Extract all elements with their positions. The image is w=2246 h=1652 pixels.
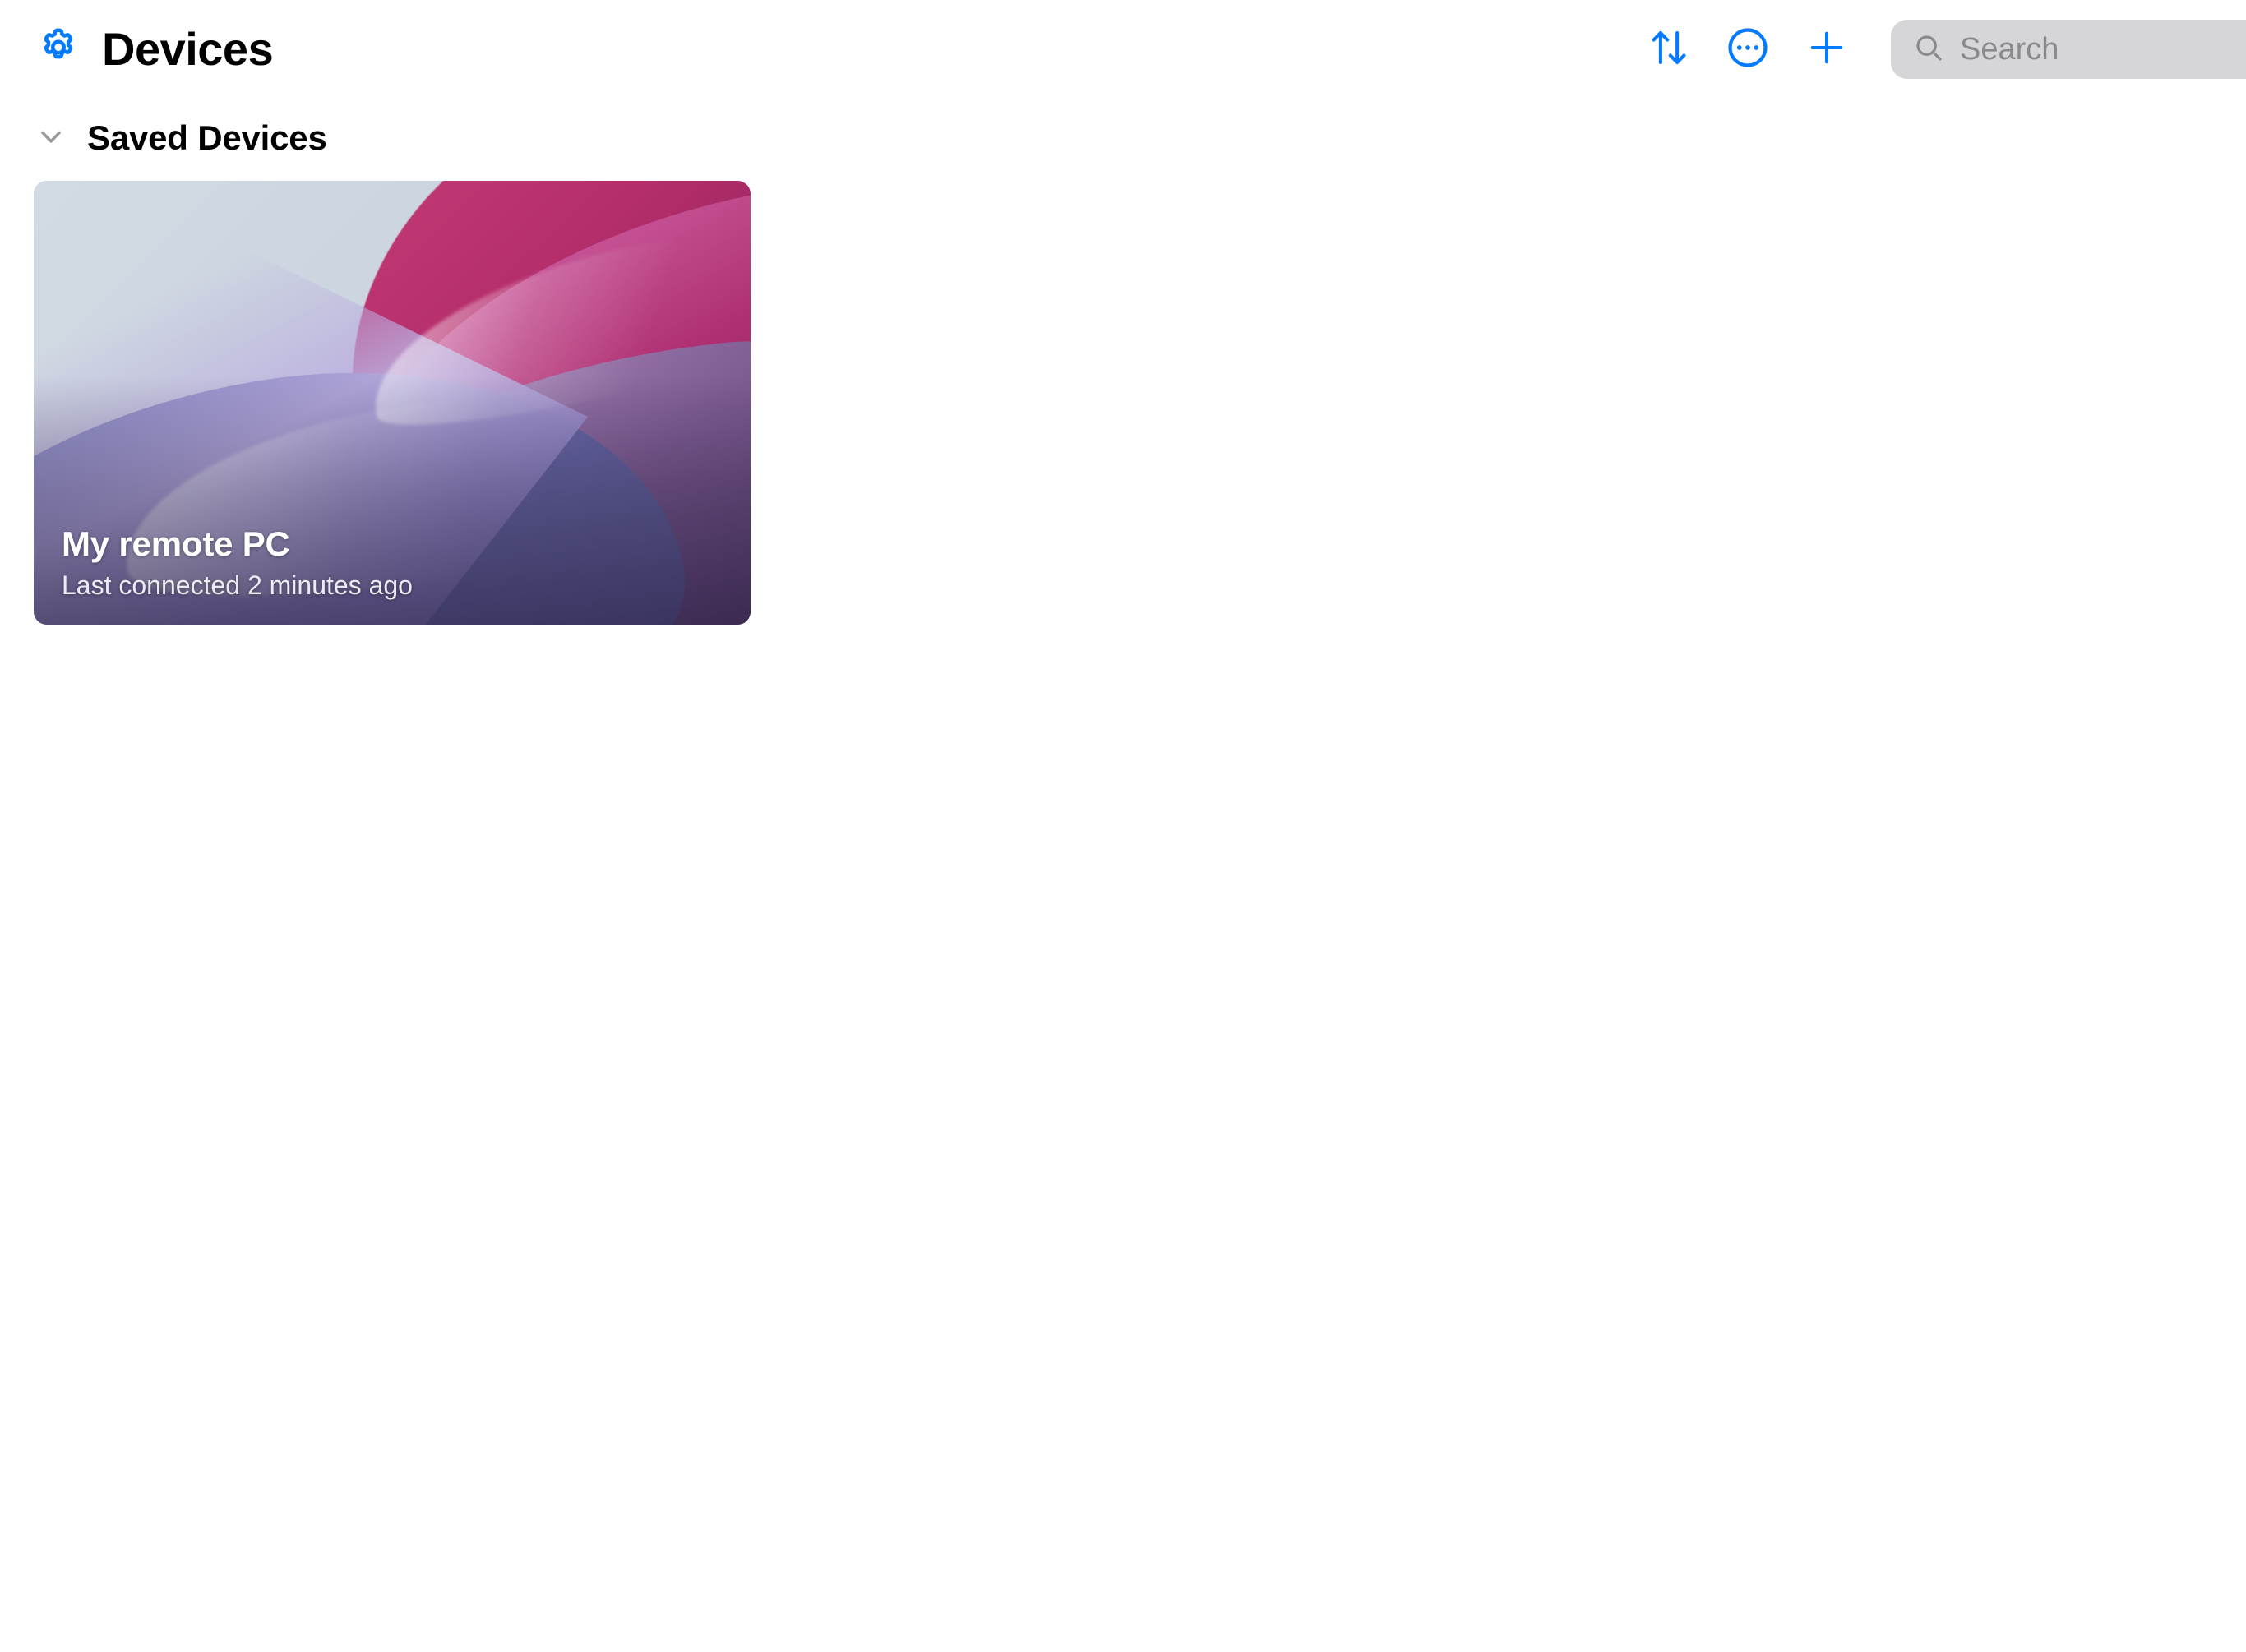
bottom-tab-bar: Favorites Devices Apps xyxy=(0,1529,2246,1652)
sort-arrows-icon xyxy=(1647,25,1691,74)
search-placeholder: Search xyxy=(1960,32,2059,67)
gear-icon xyxy=(35,25,81,75)
ellipsis-circle-icon xyxy=(1725,25,1771,75)
section-title: Saved Devices xyxy=(87,118,327,157)
app-header: Devices Search xyxy=(0,0,2246,99)
plus-icon xyxy=(1804,25,1850,75)
search-input[interactable]: Search xyxy=(1891,20,2246,79)
header-actions-group: Search xyxy=(1629,0,2246,99)
search-icon xyxy=(1912,31,1945,68)
saved-devices-section-header[interactable]: Saved Devices xyxy=(0,105,327,171)
add-device-button[interactable] xyxy=(1787,10,1866,89)
settings-button[interactable] xyxy=(33,24,84,75)
device-name: My remote PC xyxy=(62,524,290,564)
devices-app-window: Devices Search Saved Devices My remote P… xyxy=(0,0,2246,1652)
device-card-grid: My remote PC Last connected 2 minutes ag… xyxy=(34,181,751,625)
header-left-group: Devices xyxy=(33,23,274,75)
device-card[interactable]: My remote PC Last connected 2 minutes ag… xyxy=(34,181,751,625)
device-card-text: My remote PC Last connected 2 minutes ag… xyxy=(62,524,413,603)
device-status: Last connected 2 minutes ago xyxy=(62,570,413,600)
chevron-down-icon[interactable] xyxy=(33,118,69,159)
more-options-button[interactable] xyxy=(1708,10,1787,89)
sort-button[interactable] xyxy=(1629,10,1708,89)
page-title: Devices xyxy=(102,23,274,75)
